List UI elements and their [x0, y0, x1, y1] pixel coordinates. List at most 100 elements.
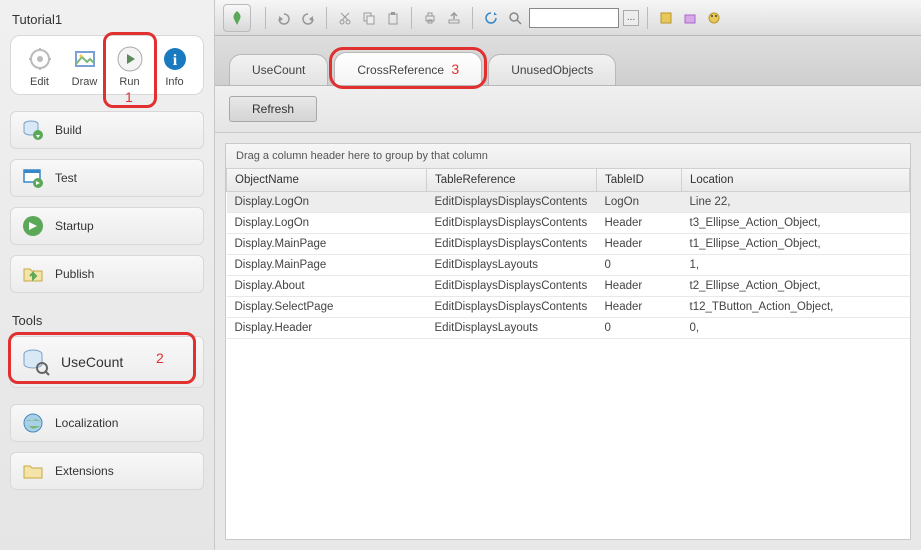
globe-icon	[21, 411, 45, 435]
build-button[interactable]: Build	[10, 111, 204, 149]
top-icon-label: Draw	[72, 76, 98, 88]
table-row[interactable]: Display.LogOnEditDisplaysDisplaysContent…	[227, 213, 910, 234]
table-cell: Display.Header	[227, 318, 427, 339]
tool-icon-2[interactable]	[680, 8, 700, 28]
table-cell: 0	[597, 318, 682, 339]
table-cell: Header	[597, 213, 682, 234]
info-button[interactable]: i Info	[155, 44, 195, 88]
undo-icon[interactable]	[274, 8, 294, 28]
table-cell: 0,	[682, 318, 910, 339]
refresh-row: Refresh	[215, 86, 921, 133]
table-row[interactable]: Display.HeaderEditDisplaysLayouts00,	[227, 318, 910, 339]
copy-icon[interactable]	[359, 8, 379, 28]
side-label: Test	[55, 171, 77, 185]
test-button[interactable]: Test	[10, 159, 204, 197]
table-cell: Header	[597, 297, 682, 318]
tool-icon-1[interactable]	[656, 8, 676, 28]
table-row[interactable]: Display.AboutEditDisplaysDisplaysContent…	[227, 276, 910, 297]
svg-text:i: i	[172, 52, 177, 69]
table-row[interactable]: Display.SelectPageEditDisplaysDisplaysCo…	[227, 297, 910, 318]
table-cell: 0	[597, 255, 682, 276]
cut-icon[interactable]	[335, 8, 355, 28]
callout-num-3: 3	[451, 61, 459, 77]
more-button[interactable]: ...	[623, 10, 639, 26]
folder-upload-icon	[21, 262, 45, 286]
refresh-icon[interactable]	[481, 8, 501, 28]
edit-button[interactable]: Edit	[20, 44, 60, 88]
play-icon	[115, 44, 145, 74]
table-cell: Display.LogOn	[227, 213, 427, 234]
table-row[interactable]: Display.MainPageEditDisplaysLayouts01,	[227, 255, 910, 276]
folder-icon	[21, 459, 45, 483]
table-cell: Display.LogOn	[227, 192, 427, 213]
upload-icon[interactable]	[444, 8, 464, 28]
data-table: ObjectName TableReference TableID Locati…	[226, 169, 910, 339]
print-icon[interactable]	[420, 8, 440, 28]
usecount-button[interactable]: UseCount	[10, 336, 204, 388]
localization-button[interactable]: Localization	[10, 404, 204, 442]
project-title: Tutorial1	[12, 12, 204, 27]
side-label: Extensions	[55, 464, 114, 478]
col-header-tablereference[interactable]: TableReference	[427, 169, 597, 192]
top-icon-label: Run	[119, 76, 139, 88]
top-icon-row: Edit Draw Run i Info 1	[10, 35, 204, 95]
table-cell: EditDisplaysDisplaysContents	[427, 192, 597, 213]
table-cell: t2_Ellipse_Action_Object,	[682, 276, 910, 297]
gear-icon	[25, 44, 55, 74]
draw-button[interactable]: Draw	[65, 44, 105, 88]
info-icon: i	[160, 44, 190, 74]
table-cell: t12_TButton_Action_Object,	[682, 297, 910, 318]
search-input[interactable]	[529, 8, 619, 28]
toolbar-separator	[326, 7, 327, 29]
database-build-icon	[21, 118, 45, 142]
tool-icon-3[interactable]	[704, 8, 724, 28]
app-logo[interactable]	[223, 4, 251, 32]
table-cell: Display.MainPage	[227, 255, 427, 276]
sidebar: Tutorial1 Edit Draw Run i Info	[0, 0, 215, 550]
table-cell: EditDisplaysLayouts	[427, 318, 597, 339]
toolbar: ...	[215, 0, 921, 36]
toolbar-separator	[265, 7, 266, 29]
side-label: UseCount	[61, 354, 123, 370]
extensions-button[interactable]: Extensions	[10, 452, 204, 490]
toolbar-separator	[647, 7, 648, 29]
grid-area: Drag a column header here to group by th…	[225, 143, 911, 540]
side-label: Startup	[55, 219, 94, 233]
redo-icon[interactable]	[298, 8, 318, 28]
table-cell: EditDisplaysDisplaysContents	[427, 213, 597, 234]
top-icon-label: Edit	[30, 76, 49, 88]
run-button[interactable]: Run	[110, 44, 150, 88]
tab-crossreference[interactable]: CrossReference 3	[334, 52, 482, 85]
publish-button[interactable]: Publish	[10, 255, 204, 293]
table-cell: EditDisplaysDisplaysContents	[427, 234, 597, 255]
col-header-tableid[interactable]: TableID	[597, 169, 682, 192]
table-cell: Header	[597, 276, 682, 297]
startup-button[interactable]: Startup	[10, 207, 204, 245]
table-cell: EditDisplaysDisplaysContents	[427, 297, 597, 318]
tab-label: UseCount	[252, 63, 305, 77]
table-cell: EditDisplaysLayouts	[427, 255, 597, 276]
tab-unusedobjects[interactable]: UnusedObjects	[488, 54, 616, 85]
toolbar-separator	[472, 7, 473, 29]
table-cell: Line 22,	[682, 192, 910, 213]
arrow-right-icon	[21, 214, 45, 238]
table-cell: EditDisplaysDisplaysContents	[427, 276, 597, 297]
table-row[interactable]: Display.MainPageEditDisplaysDisplaysCont…	[227, 234, 910, 255]
table-row[interactable]: Display.LogOnEditDisplaysDisplaysContent…	[227, 192, 910, 213]
tab-label: CrossReference	[357, 63, 444, 77]
group-by-hint[interactable]: Drag a column header here to group by th…	[226, 144, 910, 169]
table-cell: Display.MainPage	[227, 234, 427, 255]
search-icon[interactable]	[505, 8, 525, 28]
col-header-location[interactable]: Location	[682, 169, 910, 192]
refresh-button[interactable]: Refresh	[229, 96, 317, 122]
col-header-objectname[interactable]: ObjectName	[227, 169, 427, 192]
table-cell: Display.SelectPage	[227, 297, 427, 318]
table-cell: Display.About	[227, 276, 427, 297]
table-cell: t3_Ellipse_Action_Object,	[682, 213, 910, 234]
tab-usecount[interactable]: UseCount	[229, 54, 328, 85]
toolbar-separator	[411, 7, 412, 29]
image-icon	[70, 44, 100, 74]
paste-icon[interactable]	[383, 8, 403, 28]
main-area: ... UseCount CrossReference 3 UnusedObje…	[215, 0, 921, 550]
tabs-row: UseCount CrossReference 3 UnusedObjects	[215, 36, 921, 86]
